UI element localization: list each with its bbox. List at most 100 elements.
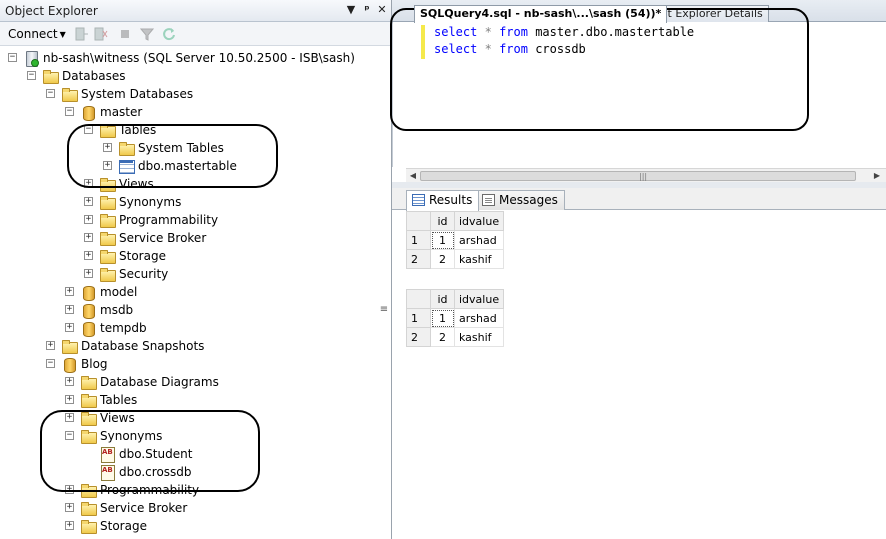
table-cell[interactable]: 2 xyxy=(430,249,455,269)
tab-results[interactable]: Results xyxy=(406,190,480,211)
code-line[interactable]: select * from crossdb xyxy=(434,41,586,58)
table-cell[interactable]: 2 xyxy=(430,327,455,347)
tree-node[interactable]: + Storage xyxy=(0,517,380,535)
tree-node[interactable]: − Synonyms xyxy=(0,427,380,445)
scrollbar-thumb[interactable]: ||| xyxy=(420,171,856,181)
tab-sqlquery4[interactable]: SQLQuery4.sql - nb-sash\...\sash (54))* xyxy=(414,5,668,23)
expand-icon[interactable]: + xyxy=(46,341,55,350)
table-row[interactable]: 2 2 kashif xyxy=(406,327,505,347)
expand-icon[interactable]: + xyxy=(65,395,74,404)
table-cell[interactable]: arshad xyxy=(453,308,505,328)
expand-icon[interactable]: + xyxy=(103,161,112,170)
splitter-grip-icon[interactable]: ≡ xyxy=(378,300,390,320)
row-number[interactable]: 2 xyxy=(406,327,431,347)
tree-node[interactable]: + Service Broker xyxy=(0,499,380,517)
code-line[interactable]: select * from master.dbo.mastertable xyxy=(434,24,694,41)
row-number[interactable]: 2 xyxy=(406,249,431,269)
tree-node[interactable]: − Tables xyxy=(0,121,380,139)
disconnect-icon[interactable] xyxy=(94,27,108,41)
tree-node[interactable]: − Databases xyxy=(0,67,380,85)
tab-messages[interactable]: Messages xyxy=(476,190,565,210)
expand-icon[interactable]: + xyxy=(65,305,74,314)
connect-server-icon[interactable] xyxy=(74,27,88,41)
collapse-icon[interactable]: − xyxy=(84,125,93,134)
table-cell[interactable]: 1 xyxy=(430,230,455,250)
tree-node[interactable]: dbo.Student xyxy=(0,445,380,463)
tree-node[interactable]: + Views xyxy=(0,175,380,193)
tree-node[interactable]: dbo.crossdb xyxy=(0,463,380,481)
expand-icon[interactable]: + xyxy=(65,287,74,296)
table-row[interactable]: 1 1 arshad xyxy=(406,230,505,250)
folder-icon xyxy=(99,194,116,210)
connect-button[interactable]: Connect ▼ xyxy=(4,25,70,43)
dropdown-arrow-icon[interactable]: ▼ xyxy=(344,3,358,17)
expand-icon[interactable]: + xyxy=(103,143,112,152)
row-number-header[interactable] xyxy=(406,289,431,309)
result-grid-1[interactable]: id idvalue 1 1 arshad 2 2 kashif xyxy=(406,211,505,269)
expand-icon[interactable]: + xyxy=(65,503,74,512)
expand-icon[interactable]: + xyxy=(65,521,74,530)
tree-node[interactable]: + msdb xyxy=(0,301,380,319)
expand-icon[interactable]: + xyxy=(84,197,93,206)
expand-icon[interactable]: + xyxy=(84,269,93,278)
tree-node[interactable]: + Views xyxy=(0,409,380,427)
expand-icon[interactable]: + xyxy=(65,323,74,332)
tree-node[interactable]: + Service Broker xyxy=(0,229,380,247)
collapse-icon[interactable]: − xyxy=(27,71,36,80)
pin-icon[interactable]: ᵖ xyxy=(360,3,374,17)
tab-messages-label: Messages xyxy=(499,193,558,207)
table-row[interactable]: 2 2 kashif xyxy=(406,249,505,269)
scroll-left-icon[interactable]: ◀ xyxy=(406,170,420,182)
table-row[interactable]: 1 1 arshad xyxy=(406,308,505,328)
row-number[interactable]: 1 xyxy=(406,230,431,250)
tree-node[interactable]: + Programmability xyxy=(0,481,380,499)
column-header[interactable]: idvalue xyxy=(453,289,505,309)
column-header[interactable]: id xyxy=(430,289,455,309)
refresh-icon[interactable] xyxy=(162,27,176,41)
chevron-down-icon: ▼ xyxy=(59,30,66,39)
tree-node[interactable]: + Database Snapshots xyxy=(0,337,380,355)
tree-node[interactable]: + Programmability xyxy=(0,211,380,229)
table-cell[interactable]: 1 xyxy=(430,308,455,328)
collapse-icon[interactable]: − xyxy=(46,359,55,368)
tree-node[interactable]: + Database Diagrams xyxy=(0,373,380,391)
collapse-icon[interactable]: − xyxy=(46,89,55,98)
database-icon xyxy=(80,284,96,301)
table-cell[interactable]: kashif xyxy=(453,327,505,347)
table-cell[interactable]: arshad xyxy=(453,230,505,250)
tree-node[interactable]: + tempdb xyxy=(0,319,380,337)
column-header[interactable]: id xyxy=(430,211,455,231)
tree-node[interactable]: + System Tables xyxy=(0,139,380,157)
row-number[interactable]: 1 xyxy=(406,308,431,328)
expand-icon[interactable]: + xyxy=(65,413,74,422)
sql-editor[interactable]: select * from master.dbo.mastertable sel… xyxy=(392,22,886,167)
tree-node[interactable]: − nb-sash\witness (SQL Server 10.50.2500 … xyxy=(0,49,380,67)
close-icon[interactable]: ✕ xyxy=(375,3,389,17)
tree-node[interactable]: + Security xyxy=(0,265,380,283)
editor-horizontal-scrollbar[interactable]: ◀ ||| ▶ xyxy=(406,168,886,182)
tree-node[interactable]: − master xyxy=(0,103,380,121)
tree-node[interactable]: + Storage xyxy=(0,247,380,265)
expand-icon[interactable]: + xyxy=(84,233,93,242)
collapse-icon[interactable]: − xyxy=(8,53,17,62)
tree-node[interactable]: − System Databases xyxy=(0,85,380,103)
tree-node[interactable]: + dbo.mastertable xyxy=(0,157,380,175)
expand-icon[interactable]: + xyxy=(84,215,93,224)
column-header[interactable]: idvalue xyxy=(453,211,505,231)
tree-node[interactable]: + Tables xyxy=(0,391,380,409)
result-grid-2[interactable]: id idvalue 1 1 arshad 2 2 kashif xyxy=(406,289,505,347)
tree-node[interactable]: + model xyxy=(0,283,380,301)
stop-icon[interactable] xyxy=(118,27,132,41)
collapse-icon[interactable]: − xyxy=(65,431,74,440)
filter-icon[interactable] xyxy=(140,27,154,41)
collapse-icon[interactable]: − xyxy=(65,107,74,116)
scroll-right-icon[interactable]: ▶ xyxy=(870,170,884,182)
expand-icon[interactable]: + xyxy=(65,485,74,494)
table-cell[interactable]: kashif xyxy=(453,249,505,269)
row-number-header[interactable] xyxy=(406,211,431,231)
tree-node[interactable]: − Blog xyxy=(0,355,380,373)
expand-icon[interactable]: + xyxy=(84,179,93,188)
expand-icon[interactable]: + xyxy=(65,377,74,386)
tree-node[interactable]: + Synonyms xyxy=(0,193,380,211)
expand-icon[interactable]: + xyxy=(84,251,93,260)
